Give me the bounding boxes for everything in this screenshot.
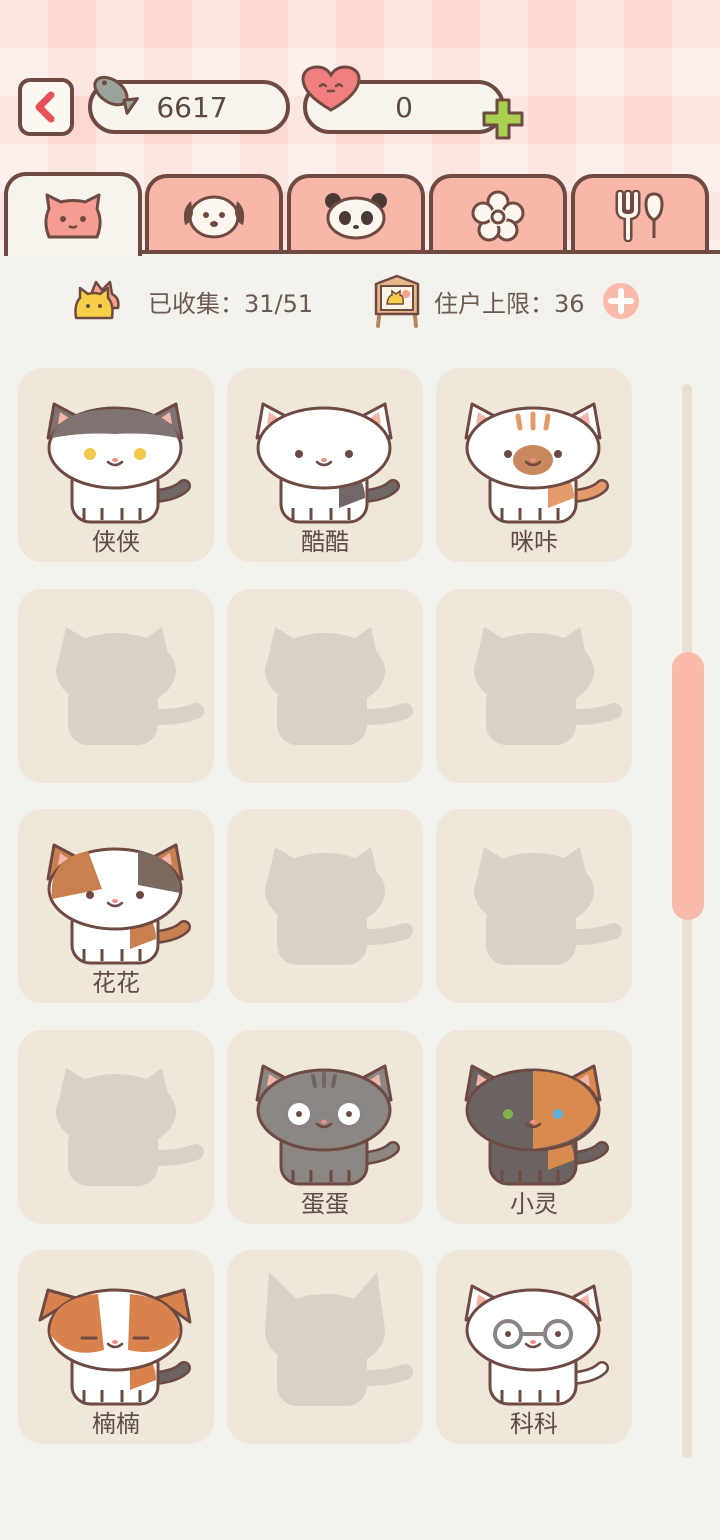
cat-card[interactable]: 花花 [18, 809, 214, 1003]
cat-card[interactable]: 酷酷 [227, 368, 423, 562]
cat-name: 科科 [510, 1410, 558, 1438]
tab-flowers[interactable] [429, 174, 567, 254]
fish-icon [93, 75, 139, 115]
cat-tab-icon [44, 193, 102, 239]
back-button[interactable] [18, 78, 74, 136]
collected-count: 已收集：31/51 [148, 290, 314, 318]
scrollbar-thumb[interactable] [672, 652, 704, 920]
increase-limit-button[interactable] [602, 282, 640, 320]
cat-silhouette-icon [265, 627, 413, 745]
tab-baseline [142, 250, 720, 254]
cat-silhouette-icon [265, 847, 413, 965]
locked-cat-card[interactable] [436, 589, 632, 783]
cat-silhouette-icon [265, 1272, 413, 1406]
locked-cat-card[interactable] [436, 809, 632, 1003]
category-tabs [0, 170, 720, 256]
top-bar: 6617 0 [0, 0, 720, 256]
tab-cats[interactable] [4, 172, 142, 256]
locked-cat-card[interactable] [227, 1250, 423, 1444]
scrollbar-track[interactable] [682, 384, 692, 1458]
utensils-tab-icon [615, 190, 664, 242]
resident-limit: 住户上限：36 [434, 290, 585, 318]
locked-cat-card[interactable] [227, 809, 423, 1003]
cat-card[interactable]: 科科 [436, 1250, 632, 1444]
add-hearts-button[interactable] [480, 96, 526, 142]
resident-sign-icon [374, 274, 420, 328]
cat-name: 楠楠 [92, 1410, 140, 1438]
tab-dogs[interactable] [145, 174, 283, 254]
cat-name: 花花 [92, 969, 140, 997]
cats-collected-icon [74, 280, 120, 320]
tab-pandas[interactable] [287, 174, 425, 254]
cat-silhouette-icon [474, 847, 622, 965]
cat-name: 侠侠 [92, 528, 140, 556]
flower-tab-icon [471, 190, 525, 242]
cat-name: 酷酷 [301, 528, 349, 556]
panda-tab-icon [325, 193, 387, 240]
back-arrow-icon [35, 91, 55, 123]
heart-icon [301, 65, 361, 112]
locked-cat-card[interactable] [227, 589, 423, 783]
cat-card[interactable]: 楠楠 [18, 1250, 214, 1444]
cat-card[interactable]: 咪咔 [436, 368, 632, 562]
dog-tab-icon [183, 195, 245, 239]
locked-cat-card[interactable] [18, 589, 214, 783]
locked-cat-card[interactable] [18, 1030, 214, 1224]
cat-card[interactable]: 侠侠 [18, 368, 214, 562]
cat-silhouette-icon [56, 1068, 204, 1186]
cat-card[interactable]: 小灵 [436, 1030, 632, 1224]
cat-name: 蛋蛋 [301, 1190, 349, 1218]
heart-count: 0 [395, 90, 413, 124]
cat-card[interactable]: 蛋蛋 [227, 1030, 423, 1224]
collection-stats: 已收集：31/51 住户上限：36 [0, 270, 720, 330]
cat-silhouette-icon [56, 627, 204, 745]
cat-name: 小灵 [510, 1190, 558, 1218]
fish-count: 6617 [156, 90, 228, 124]
cat-silhouette-icon [474, 627, 622, 745]
tab-food[interactable] [571, 174, 709, 254]
cat-name: 咪咔 [510, 528, 558, 556]
